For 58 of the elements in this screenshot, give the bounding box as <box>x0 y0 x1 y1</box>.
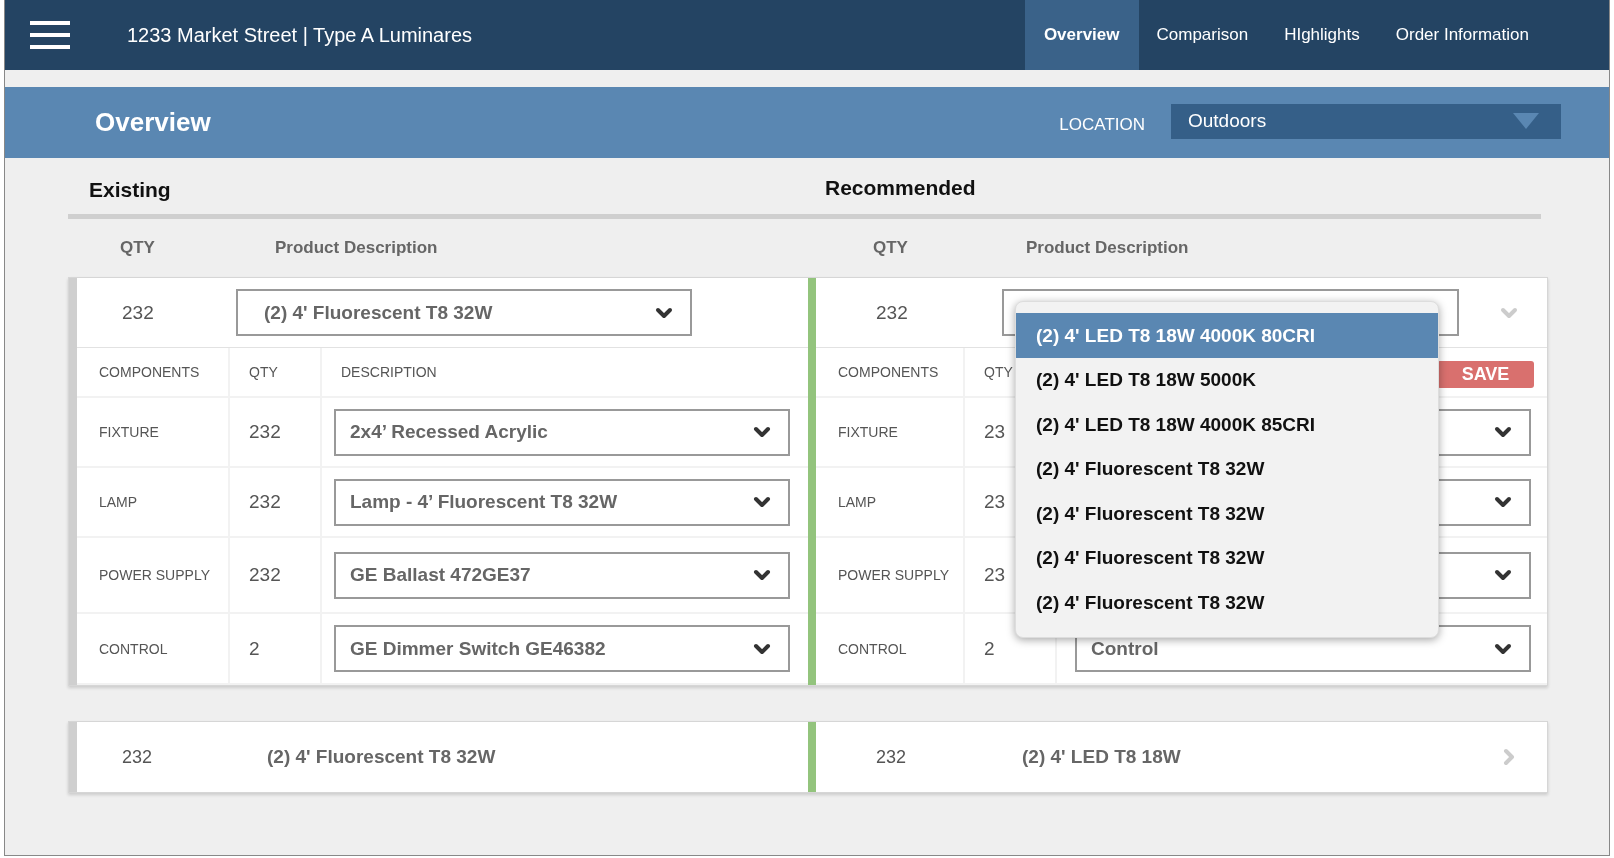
description-select[interactable]: Lamp - 4’ Fluorescent T8 32W <box>334 478 790 526</box>
quantity: 2 <box>248 637 260 660</box>
column-header: QTY <box>872 238 909 258</box>
component-label: CONTROL <box>98 640 168 657</box>
column-header: COMPONENTS <box>98 364 200 380</box>
quantity: 232 <box>248 491 281 513</box>
description-select[interactable]: GE Ballast 472GE37 <box>334 551 790 599</box>
column-header: Product Description <box>1026 238 1190 258</box>
dropdown-option[interactable]: (2) 4' LED T8 18W 5000K <box>1016 358 1438 403</box>
quantity: 232 <box>875 301 909 324</box>
quantity: 23 <box>983 421 1006 443</box>
row-edge <box>69 722 77 792</box>
column-header: QTY <box>119 238 156 258</box>
column-header: QTY <box>248 364 278 380</box>
quantity: 2 <box>983 637 995 660</box>
quantity: 232 <box>248 421 281 443</box>
dropdown-triangle-icon <box>1513 113 1539 129</box>
component-label: POWER SUPPLY <box>98 567 210 583</box>
location-select[interactable]: Outdoors <box>1171 103 1561 139</box>
quantity: 232 <box>121 746 154 768</box>
column-header: Product Description <box>275 238 439 258</box>
product-row[interactable] <box>68 277 1548 686</box>
description-select[interactable]: GE Dimmer Switch GE46382 <box>334 625 790 672</box>
product-name: (2) 4' LED T8 18W <box>1022 746 1182 768</box>
quantity: 232 <box>248 564 281 586</box>
dropdown-option[interactable]: (2) 4' Fluorescent T8 32W <box>1016 536 1438 581</box>
recommended-heading: Recommended <box>824 176 977 200</box>
menu-icon[interactable] <box>30 20 70 50</box>
product-row[interactable]: 232 (2) 4' Fluorescent T8 32W 232 (2) 4' LED T8 18W <box>68 721 1548 793</box>
existing-heading: Existing <box>88 178 172 202</box>
dropdown-option[interactable]: (2) 4' Fluorescent T8 32W <box>1016 491 1438 536</box>
nav-tab[interactable]: HIghlights <box>1266 0 1378 70</box>
quantity: 23 <box>983 491 1006 513</box>
dropdown-option[interactable]: (2) 4' LED T8 18W 4000K 80CRI <box>1016 313 1438 358</box>
component-label: FIXTURE <box>837 424 898 440</box>
product-select[interactable]: (2) 4' Fluorescent T8 32W <box>236 289 692 336</box>
quantity: 232 <box>121 301 155 324</box>
dropdown-option[interactable]: (2) 4' Fluorescent T8 32W <box>1016 580 1438 625</box>
column-header: COMPONENTS <box>837 364 939 380</box>
nav-tab[interactable]: Comparison <box>1138 0 1267 70</box>
dropdown-option[interactable]: (2) 4' Fluorescent T8 32W <box>1016 447 1438 492</box>
description-select[interactable]: 2x4’ Recessed Acrylic <box>334 408 790 456</box>
nav-tab[interactable]: Order Information <box>1377 0 1547 70</box>
component-label: LAMP <box>98 494 138 510</box>
dropdown-option[interactable]: (2) 4' LED T8 18W 4000K 85CRI <box>1016 402 1438 447</box>
component-label: LAMP <box>837 494 877 510</box>
quantity: 232 <box>875 746 908 768</box>
component-label: FIXTURE <box>98 424 159 440</box>
location-label: LOCATION <box>1059 114 1145 135</box>
column-header: QTY <box>983 364 1013 380</box>
nav-tab[interactable]: Overview <box>1024 0 1139 70</box>
page-title: 1233 Market Street | Type A Luminares <box>127 23 474 47</box>
component-label: POWER SUPPLY <box>837 567 949 583</box>
section-title: Overview <box>95 107 212 138</box>
quantity: 23 <box>983 564 1006 586</box>
component-label: CONTROL <box>837 640 907 657</box>
product-name: (2) 4' Fluorescent T8 32W <box>267 746 497 768</box>
column-header: DESCRIPTION <box>340 364 437 380</box>
